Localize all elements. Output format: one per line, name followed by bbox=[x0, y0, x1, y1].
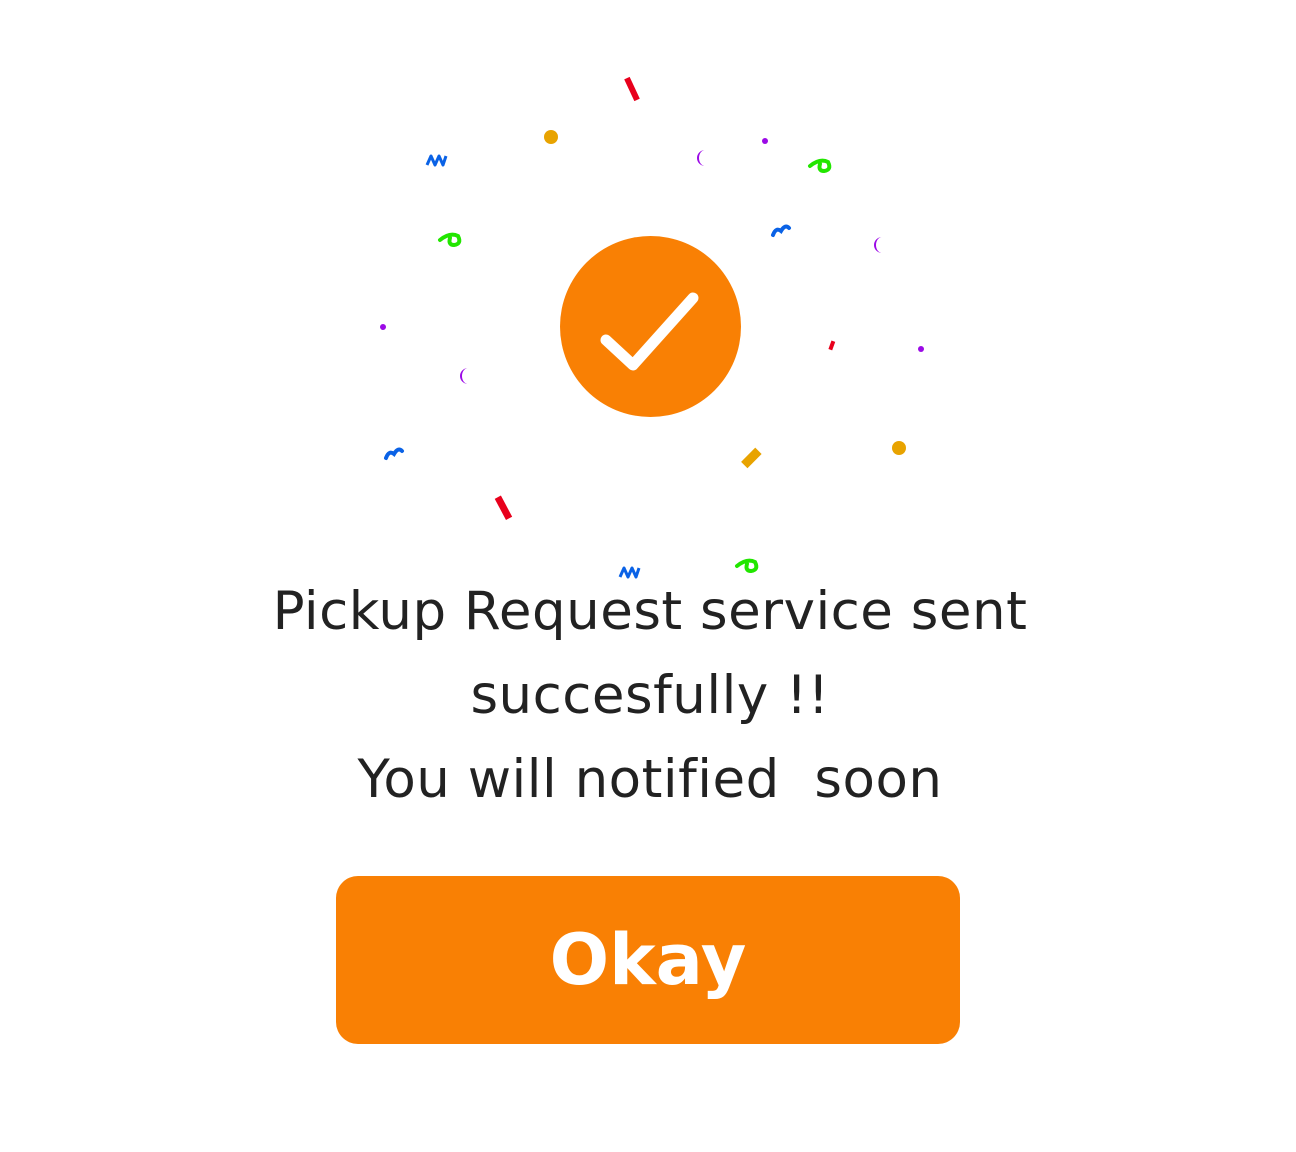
confetti-piece bbox=[892, 441, 906, 455]
success-badge bbox=[560, 236, 741, 417]
okay-button[interactable]: Okay bbox=[336, 876, 960, 1044]
confetti-piece bbox=[624, 76, 640, 102]
confetti-piece bbox=[438, 232, 462, 248]
confetti-piece bbox=[697, 150, 705, 166]
message-line-2: succesfully !! bbox=[470, 665, 830, 726]
confetti-piece bbox=[918, 346, 924, 352]
confetti-piece bbox=[544, 130, 558, 144]
success-message: Pickup Request service sent succesfully … bbox=[150, 570, 1150, 822]
confetti-piece bbox=[771, 224, 791, 237]
confetti-piece bbox=[380, 324, 386, 330]
confetti-piece bbox=[808, 158, 832, 174]
confetti-piece bbox=[494, 495, 513, 521]
success-dialog: Pickup Request service sent succesfully … bbox=[0, 0, 1296, 1152]
confetti-piece bbox=[828, 340, 836, 351]
confetti-piece bbox=[874, 237, 882, 253]
confetti-piece bbox=[460, 368, 468, 384]
confetti-piece bbox=[384, 447, 404, 460]
confetti-piece bbox=[425, 154, 448, 167]
check-icon bbox=[600, 292, 699, 371]
message-line-1: Pickup Request service sent bbox=[272, 581, 1028, 642]
confetti-piece bbox=[762, 138, 768, 144]
confetti-piece bbox=[741, 447, 762, 469]
message-line-3: You will notified soon bbox=[357, 749, 943, 810]
